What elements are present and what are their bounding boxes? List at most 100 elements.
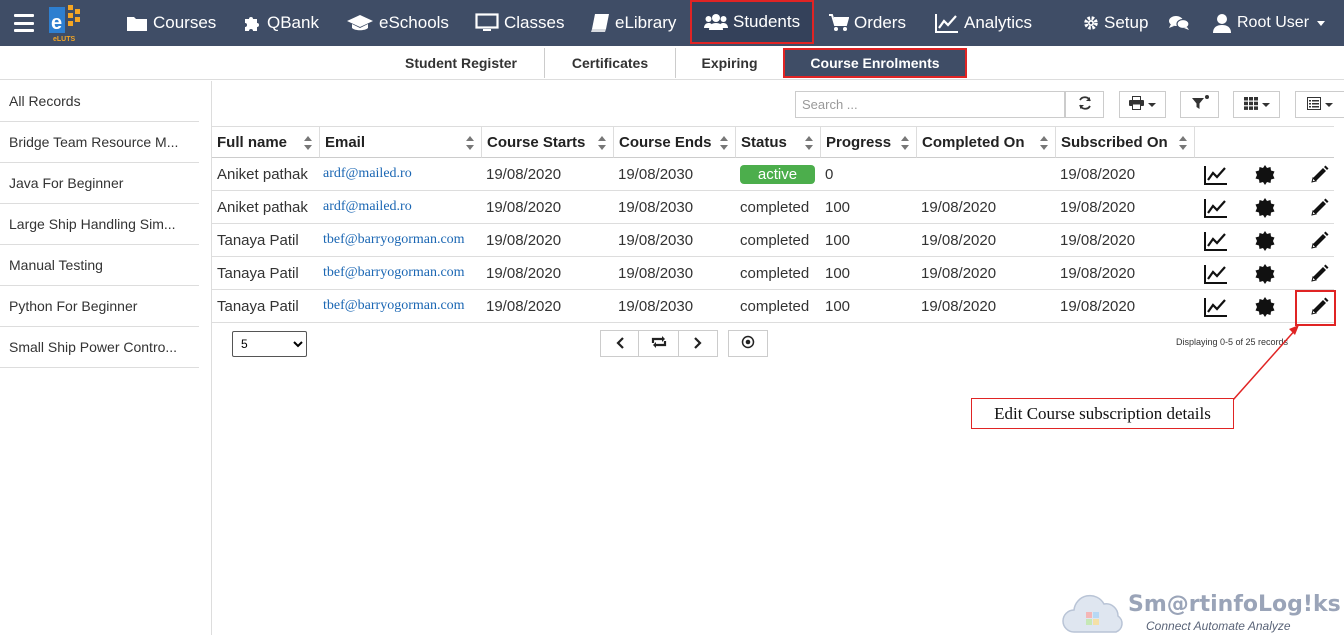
nav-classes[interactable]: Classes (475, 0, 564, 46)
column-header-subscribed-on[interactable]: Subscribed On (1056, 126, 1195, 158)
tab-course-enrolments[interactable]: Course Enrolments (783, 48, 967, 78)
list-view-button[interactable] (1295, 91, 1344, 118)
user-menu[interactable]: Root User (1212, 0, 1326, 46)
nav-qbank[interactable]: QBank (242, 0, 319, 46)
nav-students[interactable]: Students (690, 0, 815, 44)
nav-setup[interactable]: Setup (1083, 0, 1148, 46)
column-header-email[interactable]: Email (320, 126, 482, 158)
prev-page-button[interactable] (600, 330, 639, 357)
cell-email[interactable]: ardf@mailed.ro (323, 191, 412, 223)
certificate-badge-icon[interactable] (1255, 231, 1275, 251)
certificate-badge-icon[interactable] (1255, 297, 1275, 317)
cell-email[interactable]: tbef@barryogorman.com (323, 224, 465, 256)
search-input[interactable] (795, 91, 1065, 118)
chevron-down-icon (1261, 102, 1270, 107)
nav-eschools-label: eSchools (379, 13, 449, 32)
cell-course-ends: 19/08/2030 (618, 264, 694, 282)
cell-email[interactable]: ardf@mailed.ro (323, 158, 412, 190)
next-page-button[interactable] (678, 330, 718, 357)
reload-page-button[interactable] (638, 330, 679, 357)
page-size-select[interactable]: 5 (232, 331, 307, 357)
sort-icon (1179, 136, 1187, 150)
progress-chart-icon[interactable] (1204, 297, 1227, 317)
line-chart-icon (935, 13, 959, 33)
table-row: Tanaya Patil tbef@barryogorman.com 19/08… (212, 257, 1334, 290)
sidebar-item-all-records[interactable]: All Records (0, 81, 199, 122)
cart-icon (829, 14, 849, 32)
nav-eschools[interactable]: eSchools (346, 0, 449, 46)
hamburger-menu-icon[interactable] (14, 14, 34, 32)
chat-button[interactable] (1168, 0, 1195, 46)
edit-pencil-icon[interactable] (1309, 198, 1329, 218)
tab-expiring-label: Expiring (701, 55, 758, 71)
filter-icon (1191, 95, 1209, 114)
sort-icon (805, 136, 813, 150)
folder-icon (126, 14, 148, 32)
refresh-button[interactable] (1065, 91, 1104, 118)
filter-button[interactable] (1180, 91, 1219, 118)
nav-analytics[interactable]: Analytics (935, 0, 1032, 46)
book-icon (590, 13, 610, 33)
print-icon (1129, 96, 1144, 113)
column-header-status[interactable]: Status (736, 126, 821, 158)
cell-progress: 100 (825, 264, 851, 282)
column-header-full-name[interactable]: Full name (212, 126, 320, 158)
nav-students-label: Students (733, 12, 801, 31)
go-to-page-button[interactable] (728, 330, 768, 357)
chevron-left-icon (615, 336, 625, 352)
nav-courses[interactable]: Courses (126, 0, 216, 46)
column-header-label: Subscribed On (1061, 133, 1168, 151)
list-icon (1307, 96, 1321, 113)
nav-courses-label: Courses (153, 13, 217, 32)
sidebar-item-manual-testing[interactable]: Manual Testing (0, 245, 199, 286)
monitor-icon (475, 13, 499, 33)
sidebar-item-large-ship[interactable]: Large Ship Handling Sim... (0, 204, 199, 245)
cell-course-starts: 19/08/2020 (486, 165, 562, 183)
progress-chart-icon[interactable] (1204, 264, 1227, 284)
column-header-course-starts[interactable]: Course Starts (482, 126, 614, 158)
column-header-completed-on[interactable]: Completed On (917, 126, 1056, 158)
column-header-label: Progress (826, 133, 892, 151)
edit-pencil-icon[interactable] (1309, 165, 1329, 185)
cell-email[interactable]: tbef@barryogorman.com (323, 257, 465, 289)
tab-expiring[interactable]: Expiring (676, 48, 783, 78)
sidebar-item-python[interactable]: Python For Beginner (0, 286, 199, 327)
edit-pencil-icon[interactable] (1309, 231, 1329, 251)
columns-grid-button[interactable] (1233, 91, 1280, 118)
sidebar-item-bridge-team[interactable]: Bridge Team Resource M... (0, 122, 199, 163)
sort-icon (466, 136, 474, 150)
tab-certificates[interactable]: Certificates (545, 48, 676, 78)
dot-circle-icon (741, 335, 755, 352)
sidebar-item-label: Manual Testing (9, 257, 103, 273)
nav-classes-label: Classes (504, 13, 565, 32)
cell-progress: 100 (825, 297, 851, 315)
course-filter-sidebar: All Records Bridge Team Resource M... Ja… (0, 81, 212, 635)
progress-chart-icon[interactable] (1204, 198, 1227, 218)
cell-subscribed-on: 19/08/2020 (1060, 231, 1136, 249)
certificate-badge-icon[interactable] (1255, 198, 1275, 218)
chevron-down-icon (1325, 102, 1333, 107)
column-header-course-ends[interactable]: Course Ends (614, 126, 736, 158)
nav-elibrary[interactable]: eLibrary (590, 0, 676, 46)
column-header-progress[interactable]: Progress (821, 126, 917, 158)
watermark-subtitle: Connect Automate Analyze (1146, 619, 1291, 633)
tab-student-register[interactable]: Student Register (378, 48, 545, 78)
print-button[interactable] (1119, 91, 1166, 118)
progress-chart-icon[interactable] (1204, 165, 1227, 185)
certificate-badge-icon[interactable] (1255, 264, 1275, 284)
tab-certificates-label: Certificates (571, 55, 649, 71)
chevron-right-icon (693, 336, 703, 352)
cell-course-ends: 19/08/2030 (618, 198, 694, 216)
nav-orders[interactable]: Orders (829, 0, 906, 46)
cell-email[interactable]: tbef@barryogorman.com (323, 290, 465, 322)
cell-completed-on: 19/08/2020 (921, 297, 997, 315)
eluts-logo[interactable]: e eLUTS (47, 3, 91, 43)
gear-icon (1083, 15, 1099, 31)
certificate-badge-icon[interactable] (1255, 165, 1275, 185)
cell-subscribed-on: 19/08/2020 (1060, 198, 1136, 216)
edit-pencil-icon[interactable] (1309, 264, 1329, 284)
progress-chart-icon[interactable] (1204, 231, 1227, 251)
sidebar-item-java[interactable]: Java For Beginner (0, 163, 199, 204)
chevron-down-icon (1148, 102, 1156, 107)
sidebar-item-small-ship[interactable]: Small Ship Power Contro... (0, 327, 199, 368)
